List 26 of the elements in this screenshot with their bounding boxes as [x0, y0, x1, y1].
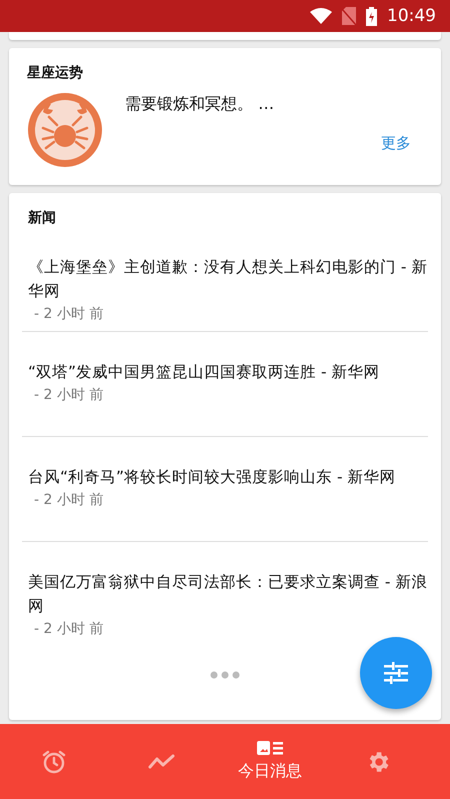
card-title: 新闻 — [28, 209, 57, 227]
news-item[interactable]: “双塔”发威中国男篮昆山四国赛取两连胜 - 新华网 - 2 小时 前 — [22, 332, 428, 437]
news-time: - 2 小时 前 — [34, 305, 104, 324]
news-title: 《上海堡垒》主创道歉：没有人想关上科幻电影的门 - 新华网 — [28, 257, 428, 302]
news-title: 台风“利奇马”将较长时间较大强度影响山东 - 新华网 — [28, 467, 397, 488]
news-title: 美国亿万富翁狱中自尽司法部长：已要求立案调查 - 新浪网 — [28, 572, 428, 617]
news-item[interactable]: 美国亿万富翁狱中自尽司法部长：已要求立案调查 - 新浪网 - 2 小时 前 — [22, 542, 428, 647]
wifi-icon — [310, 8, 332, 24]
news-time: - 2 小时 前 — [34, 491, 104, 510]
more-link[interactable]: 更多 — [381, 134, 411, 152]
news-item[interactable]: 《上海堡垒》主创道歉：没有人想关上科幻电影的门 - 新华网 - 2 小时 前 — [22, 227, 428, 332]
news-title: “双塔”发威中国男篮昆山四国赛取两连胜 - 新华网 — [28, 362, 381, 383]
trend-line-icon — [148, 754, 176, 770]
alarm-clock-icon — [41, 748, 67, 774]
no-sim-icon — [342, 7, 356, 25]
news-item[interactable]: 台风“利奇马”将较长时间较大强度影响山东 - 新华网 - 2 小时 前 — [22, 437, 428, 542]
sliders-icon — [384, 662, 408, 684]
crab-icon — [27, 92, 103, 168]
battery-charging-icon — [366, 6, 377, 26]
status-time: 10:49 — [387, 6, 436, 26]
more-dots-icon[interactable] — [210, 671, 240, 679]
card-title: 星座运势 — [27, 64, 84, 82]
horoscope-text: 需要锻炼和冥想。 … — [125, 94, 276, 115]
news-time: - 2 小时 前 — [34, 386, 104, 405]
news-icon — [257, 741, 283, 755]
news-time: - 2 小时 前 — [34, 620, 104, 639]
